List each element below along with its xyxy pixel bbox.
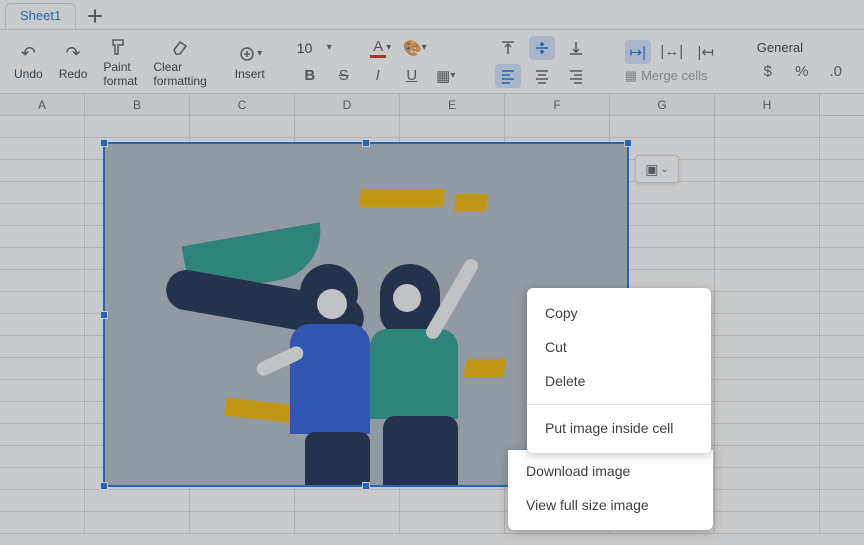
context-delete[interactable]: Delete (527, 364, 711, 398)
context-download-image[interactable]: Download image (508, 454, 713, 488)
resize-handle[interactable] (100, 482, 108, 490)
context-view-full-size[interactable]: View full size image (508, 488, 713, 522)
sheet-tab-bar: Sheet1 (0, 0, 864, 30)
redo-label: Redo (59, 67, 88, 81)
paint-format-button[interactable]: Paint format (95, 30, 145, 93)
italic-button[interactable]: I (365, 64, 391, 88)
valign-top-button[interactable] (495, 36, 521, 60)
separator (527, 404, 711, 405)
image-replace-icon: ▣ (645, 161, 658, 178)
column-header[interactable]: A (0, 94, 85, 115)
sheet-tab-active[interactable]: Sheet1 (5, 3, 76, 29)
wrap-clip-button[interactable]: |↤ (693, 40, 719, 64)
image-context-menu: Copy Cut Delete Put image inside cell (527, 288, 711, 453)
valign-bottom-button[interactable] (563, 36, 589, 60)
number-format-selector[interactable]: General (749, 40, 855, 55)
percent-button[interactable]: % (789, 59, 815, 83)
column-header[interactable]: E (400, 94, 505, 115)
column-header[interactable]: D (295, 94, 400, 115)
column-headers: A B C D E F G H (0, 94, 864, 116)
resize-handle[interactable] (624, 139, 632, 147)
toolbar: ↶ Undo ↷ Redo Paint format Clear formatt… (0, 30, 864, 94)
image-options-button[interactable]: ▣ ⌄ (635, 155, 679, 183)
resize-handle[interactable] (362, 139, 370, 147)
context-copy[interactable]: Copy (527, 296, 711, 330)
merge-icon: ▦ (625, 68, 637, 84)
halign-left-button[interactable] (495, 64, 521, 88)
column-header[interactable]: F (505, 94, 610, 115)
redo-icon: ↷ (65, 43, 80, 65)
paint-icon (110, 36, 130, 58)
undo-icon: ↶ (21, 43, 36, 65)
wrap-wrap-button[interactable]: |↔| (659, 40, 685, 64)
column-header[interactable]: G (610, 94, 715, 115)
strike-button[interactable]: S (331, 64, 357, 88)
clear-formatting-button[interactable]: Clear formatting (145, 30, 214, 93)
undo-button[interactable]: ↶ Undo (6, 30, 51, 93)
wrap-overflow-button[interactable]: ↦| (625, 40, 651, 64)
text-color-button[interactable]: A▾ (368, 36, 394, 60)
font-size-value: 10 (297, 40, 321, 56)
halign-right-button[interactable] (563, 64, 589, 88)
eraser-icon (170, 36, 190, 58)
halign-center-button[interactable] (529, 64, 555, 88)
resize-handle[interactable] (100, 139, 108, 147)
insert-icon: ▾ (237, 43, 262, 65)
chevron-down-icon: ▾ (327, 42, 332, 53)
merge-cells-button[interactable]: ▦ Merge cells (625, 68, 708, 84)
valign-middle-button[interactable] (529, 36, 555, 60)
add-sheet-button[interactable] (80, 3, 110, 29)
column-header[interactable]: B (85, 94, 190, 115)
font-size-selector[interactable]: 10 ▾ (297, 40, 332, 56)
chevron-down-icon: ⌄ (660, 164, 668, 175)
undo-label: Undo (14, 67, 43, 81)
context-put-inside-cell[interactable]: Put image inside cell (527, 411, 711, 445)
clear-label: Clear formatting (153, 60, 206, 88)
paint-label: Paint format (103, 60, 137, 88)
underline-button[interactable]: U (399, 64, 425, 88)
context-cut[interactable]: Cut (527, 330, 711, 364)
bold-button[interactable]: B (297, 64, 323, 88)
plus-icon (88, 9, 102, 23)
column-header[interactable]: C (190, 94, 295, 115)
spreadsheet-grid[interactable]: A B C D E F G H (0, 94, 864, 545)
resize-handle[interactable] (362, 482, 370, 490)
insert-label: Insert (235, 67, 265, 81)
merge-label: Merge cells (641, 68, 707, 83)
redo-button[interactable]: ↷ Redo (51, 30, 96, 93)
currency-button[interactable]: $ (755, 59, 781, 83)
insert-button[interactable]: ▾ Insert (227, 30, 273, 93)
borders-button[interactable]: ▦▾ (433, 64, 459, 88)
image-context-menu-highlight: Download image View full size image (508, 450, 713, 530)
column-header[interactable]: H (715, 94, 820, 115)
decimal-decrease-button[interactable]: .0 (823, 59, 849, 83)
resize-handle[interactable] (100, 311, 108, 319)
fill-color-button[interactable]: 🎨▾ (402, 36, 428, 60)
